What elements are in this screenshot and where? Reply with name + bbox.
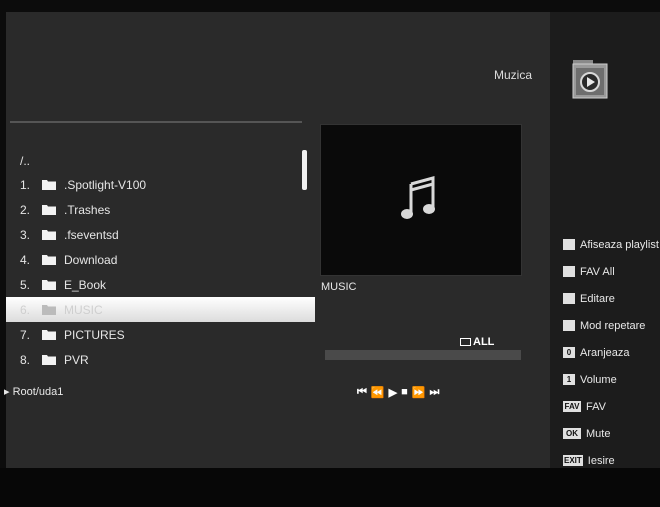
help-label: Afiseaza playlist xyxy=(580,238,659,251)
music-folder-icon xyxy=(571,56,609,100)
remote-key-icon xyxy=(563,293,575,304)
item-name: .Trashes xyxy=(64,202,111,217)
file-list-item[interactable]: 8. PVR xyxy=(20,347,305,372)
item-number: 6. xyxy=(20,302,31,317)
skip-forward-icon[interactable]: ⏭ xyxy=(429,386,439,399)
parent-directory-label: /.. xyxy=(20,154,31,168)
help-label: Editare xyxy=(580,292,615,305)
file-list-item[interactable]: 5. E_Book xyxy=(20,272,305,297)
item-number: 5. xyxy=(20,277,31,292)
current-path-text: Root/uda1 xyxy=(12,386,64,398)
folder-icon xyxy=(42,254,56,265)
fast-forward-icon[interactable]: ⏩ xyxy=(412,386,426,399)
music-note-icon xyxy=(401,172,441,222)
item-name: E_Book xyxy=(64,277,107,292)
help-item: FAV FAV xyxy=(563,393,659,420)
folder-icon xyxy=(42,354,56,365)
folder-icon xyxy=(42,279,56,290)
file-list-item[interactable]: 6. MUSIC xyxy=(6,297,315,322)
help-item: OK Mute xyxy=(563,420,659,447)
progress-bar[interactable] xyxy=(325,350,521,360)
file-list-item[interactable]: 4. Download xyxy=(20,247,305,272)
repeat-icon xyxy=(460,338,471,346)
help-item: EXIT Iesire xyxy=(563,447,659,474)
item-number: 3. xyxy=(20,227,31,242)
item-name: Download xyxy=(64,252,118,267)
list-divider xyxy=(10,121,302,123)
remote-key-icon: EXIT xyxy=(563,455,583,466)
remote-key-icon xyxy=(563,320,575,331)
remote-key-icon: 0 xyxy=(563,347,575,358)
section-title: Muzica xyxy=(493,68,532,82)
remote-key-icon: 1 xyxy=(563,374,575,385)
folder-icon xyxy=(42,329,56,340)
file-list: /.. 1. .Spotlight-V100 2. .Trashes 3. .fseven… xyxy=(6,150,315,372)
parent-directory-item[interactable]: /.. xyxy=(20,150,305,172)
help-label: Volume xyxy=(580,373,617,386)
repeat-label: ALL xyxy=(473,336,495,348)
remote-key-icon xyxy=(563,239,575,250)
help-label: Mod repetare xyxy=(580,319,646,332)
item-number: 8. xyxy=(20,352,31,367)
help-item: Mod repetare xyxy=(563,312,659,339)
help-label: Mute xyxy=(586,427,611,440)
item-name: MUSIC xyxy=(64,302,103,317)
item-name: .Spotlight-V100 xyxy=(64,177,147,192)
help-item: FAV All xyxy=(563,258,659,285)
folder-icon xyxy=(42,304,56,315)
item-name: PICTURES xyxy=(64,327,125,342)
play-icon[interactable]: ▶ xyxy=(389,386,398,399)
item-name: .fseventsd xyxy=(64,227,119,242)
file-list-item[interactable]: 7. PICTURES xyxy=(20,322,305,347)
help-label: FAV xyxy=(586,400,606,413)
current-path: ▸ Root/uda1 xyxy=(4,386,64,398)
repeat-indicator[interactable]: ALL xyxy=(460,336,494,348)
file-list-item[interactable]: 2. .Trashes xyxy=(20,197,305,222)
bottom-bar xyxy=(0,468,660,507)
skip-back-icon[interactable]: ⏮ xyxy=(357,386,367,399)
stop-icon[interactable]: ■ xyxy=(401,386,408,399)
scrollbar-thumb[interactable] xyxy=(302,150,307,190)
help-label: FAV All xyxy=(580,265,615,278)
help-item: 1 Volume xyxy=(563,366,659,393)
item-number: 1. xyxy=(20,177,31,192)
remote-key-icon: OK xyxy=(563,428,581,439)
help-item: 0 Aranjeaza xyxy=(563,339,659,366)
file-list-item[interactable]: 3. .fseventsd xyxy=(20,222,305,247)
item-number: 2. xyxy=(20,202,31,217)
help-label: Iesire xyxy=(587,454,615,467)
media-label: MUSIC xyxy=(321,281,357,293)
help-legend: Afiseaza playlist FAV All Editare Mod repet… xyxy=(563,231,659,474)
file-list-item[interactable]: 1. .Spotlight-V100 xyxy=(20,172,305,197)
help-item: Afiseaza playlist xyxy=(563,231,659,258)
remote-key-icon: FAV xyxy=(563,401,581,412)
folder-icon xyxy=(42,204,56,215)
remote-key-icon xyxy=(563,266,575,277)
help-label: Aranjeaza xyxy=(580,346,630,359)
item-name: PVR xyxy=(64,352,89,367)
folder-icon xyxy=(42,179,56,190)
help-item: Editare xyxy=(563,285,659,312)
item-number: 7. xyxy=(20,327,31,342)
rewind-icon[interactable]: ⏪ xyxy=(371,386,385,399)
playback-controls: ⏮ ⏪ ▶ ■ ⏩ ⏭ xyxy=(357,386,439,399)
folder-icon xyxy=(42,229,56,240)
item-number: 4. xyxy=(20,252,31,267)
